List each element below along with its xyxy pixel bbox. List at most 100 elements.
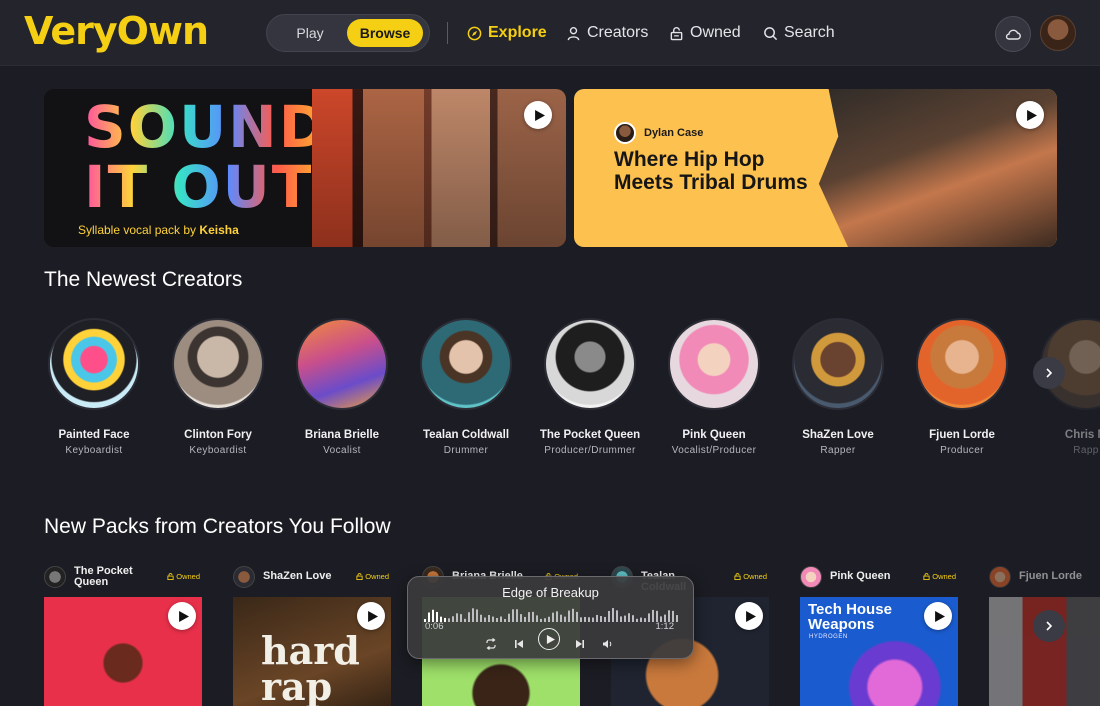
pack-play-button[interactable] [357, 602, 385, 630]
waveform-bar [652, 609, 654, 622]
creator-role: Keyboardist [189, 445, 247, 456]
pack-card[interactable]: The Pocket Queen Owned [44, 563, 202, 706]
creator-card[interactable]: Painted Face Keyboardist [34, 318, 154, 456]
creator-avatar [544, 318, 636, 410]
waveform-bar [544, 618, 546, 622]
creator-card[interactable]: Clinton Fory Keyboardist [158, 318, 278, 456]
player-waveform[interactable] [424, 605, 679, 623]
packs-scroll-next-button[interactable] [1033, 610, 1065, 642]
waveform-bar [456, 613, 458, 622]
player-play-button[interactable] [538, 628, 560, 650]
chevron-right-icon [1046, 368, 1053, 378]
user-avatar[interactable] [1040, 15, 1076, 51]
owned-badge: Owned [167, 572, 200, 581]
volume-button[interactable] [600, 637, 614, 651]
author-avatar [614, 122, 636, 144]
creator-role: Keyboardist [65, 445, 123, 456]
waveform-bar [448, 618, 450, 622]
banner-caption: Syllable vocal pack by Keisha [78, 223, 239, 237]
pack-play-button[interactable] [168, 602, 196, 630]
play-icon [367, 610, 378, 622]
waveform-bar [676, 615, 678, 622]
owned-badge: Owned [356, 572, 389, 581]
play-icon [178, 610, 189, 622]
newest-creators-heading: The Newest Creators [44, 268, 243, 291]
pack-card[interactable]: ShaZen Love Owned hard rap [233, 563, 391, 706]
creator-name: Clinton Fory [184, 429, 252, 441]
waveform-bar [508, 613, 510, 622]
browse-mode-button[interactable]: Browse [347, 19, 423, 47]
repeat-button[interactable] [484, 637, 498, 651]
waveform-bar [492, 616, 494, 622]
banner-play-button[interactable] [524, 101, 552, 129]
waveform-bar [532, 611, 534, 622]
creator-name: Tealan Coldwall [422, 429, 510, 441]
waveform-bar [648, 613, 650, 622]
owned-label: Owned [932, 572, 956, 581]
creator-card[interactable]: The Pocket Queen Producer/Drummer [530, 318, 650, 456]
pack-play-button[interactable] [924, 602, 952, 630]
pack-creator-name: Pink Queen [830, 570, 891, 582]
logo[interactable]: VeryOwn [24, 9, 209, 53]
search-icon [764, 26, 778, 40]
creator-role: Drummer [443, 445, 489, 456]
play-mode-button[interactable]: Play [273, 19, 347, 47]
waveform-bar [464, 618, 466, 622]
chevron-right-icon [1046, 621, 1053, 631]
waveform-bar [636, 618, 638, 622]
waveform-bar [516, 609, 518, 622]
waveform-bar [608, 610, 610, 622]
play-icon [546, 634, 555, 644]
waveform-bar [604, 616, 606, 622]
creator-card[interactable]: Pink Queen Vocalist/Producer [654, 318, 774, 456]
nav-divider [447, 22, 448, 44]
creator-avatar [916, 318, 1008, 410]
waveform-bar [480, 614, 482, 622]
pack-header: Pink Queen Owned [800, 563, 958, 591]
creator-name: Briana Brielle [304, 429, 380, 441]
featured-banner-hip-hop[interactable]: Dylan Case Where Hip Hop Meets Tribal Dr… [574, 89, 1057, 247]
nav-owned[interactable]: Owned [669, 22, 741, 44]
waveform-bar [588, 617, 590, 622]
cloud-button[interactable] [995, 16, 1031, 52]
nav-creators[interactable]: Creators [566, 22, 648, 44]
owned-label: Owned [176, 572, 200, 581]
nav-search[interactable]: Search [763, 22, 835, 44]
creator-name: Fjuen Lorde [929, 429, 995, 441]
creator-role: Vocalist [323, 445, 361, 456]
previous-button[interactable] [512, 637, 526, 651]
pack-creator-avatar [44, 566, 66, 588]
pack-card[interactable]: Fjuen Lorde [989, 563, 1100, 706]
waveform-bar [620, 616, 622, 622]
nav-explore-label: Explore [488, 24, 547, 41]
author-name: Dylan Case [644, 127, 704, 139]
creator-card[interactable]: Tealan Coldwall Drummer [406, 318, 526, 456]
waveform-bar [564, 616, 566, 622]
packs-heading: New Packs from Creators You Follow [44, 515, 391, 538]
waveform-bar [580, 617, 582, 622]
pack-header: ShaZen Love Owned [233, 563, 391, 591]
nav-explore[interactable]: Explore [467, 22, 547, 44]
waveform-bar [500, 616, 502, 622]
creator-avatar [668, 318, 760, 410]
pack-play-button[interactable] [735, 602, 763, 630]
pack-card[interactable]: Pink Queen Owned Tech House Weapons HYDR… [800, 563, 958, 706]
waveform-bar [600, 616, 602, 622]
creator-card[interactable]: ShaZen Love Rapper [778, 318, 898, 456]
creator-role: Producer/Drummer [544, 445, 636, 456]
next-button[interactable] [573, 637, 587, 651]
creator-role: Producer [940, 445, 984, 456]
creator-card[interactable]: Briana Brielle Vocalist [282, 318, 402, 456]
banner-caption-prefix: Syllable vocal pack by [78, 223, 197, 237]
lock-icon [670, 26, 683, 40]
banner-play-button[interactable] [1016, 101, 1044, 129]
creator-card[interactable]: Fjuen Lorde Producer [902, 318, 1022, 456]
pack-creator-name: ShaZen Love [263, 570, 332, 582]
creator-avatar [420, 318, 512, 410]
creators-scroll-next-button[interactable] [1033, 357, 1065, 389]
mini-player: Edge of Breakup 0:06 1:12 [407, 576, 694, 659]
creator-card[interactable]: Chris M Rapp [1026, 318, 1100, 456]
featured-banner-sound-it-out[interactable]: SOUND IT OUT Syllable vocal pack by Keis… [44, 89, 566, 247]
pack-cover-text: hard rap [261, 628, 360, 706]
top-header: VeryOwn Play Browse Explore Creators Own… [0, 0, 1100, 66]
